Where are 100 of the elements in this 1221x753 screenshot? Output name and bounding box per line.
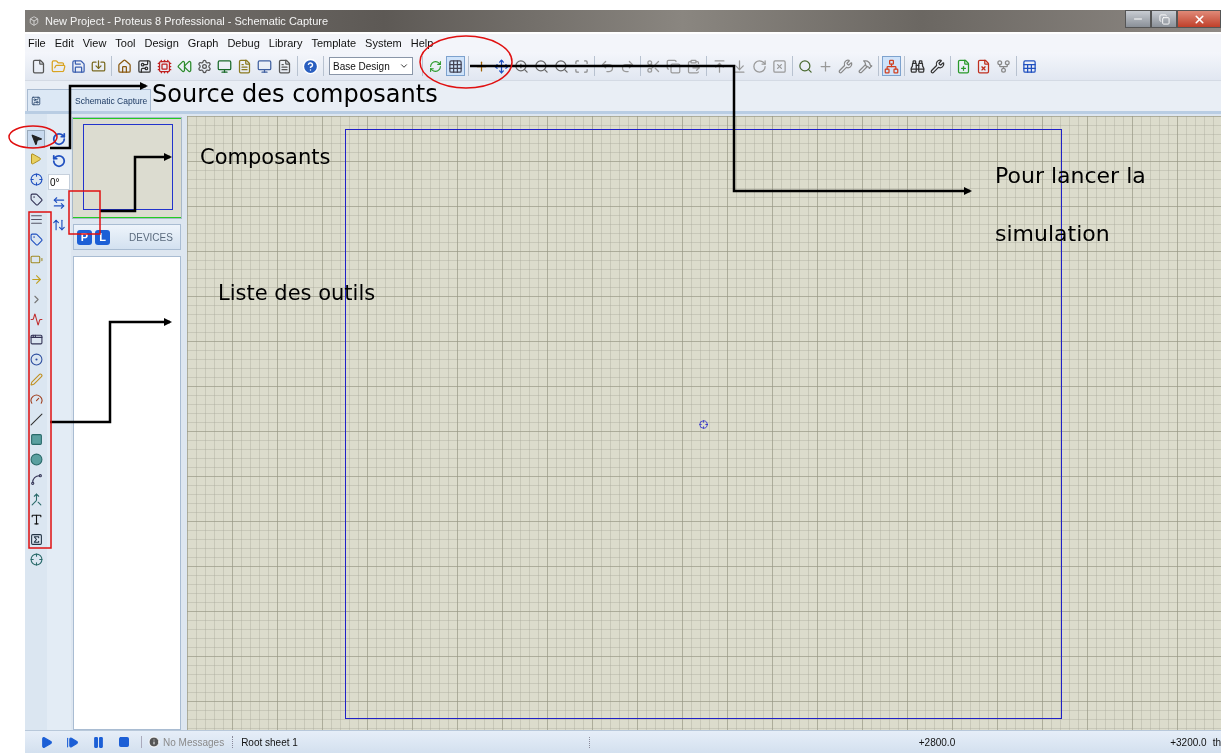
window-title: New Project - Proteus 8 Professional - Schematic Capture bbox=[45, 15, 330, 27]
junction-icon bbox=[29, 172, 43, 186]
restore-icon bbox=[1158, 13, 1170, 25]
rotate-counterclockwise-button[interactable] bbox=[50, 152, 68, 170]
pause-icon bbox=[91, 735, 105, 749]
graph-icon bbox=[29, 312, 43, 326]
tree-icon bbox=[996, 58, 1011, 74]
rotate-clockwise-button[interactable] bbox=[50, 130, 68, 148]
screen-icon bbox=[257, 58, 272, 74]
hammer-icon bbox=[858, 58, 873, 74]
report-icon bbox=[277, 58, 292, 74]
play-icon bbox=[39, 735, 53, 749]
zoom-area-icon bbox=[574, 58, 589, 74]
grid-icon bbox=[448, 58, 463, 74]
menu-item[interactable]: Debug bbox=[227, 37, 260, 49]
menu-item[interactable]: Tool bbox=[115, 37, 136, 49]
menu-item[interactable]: Library bbox=[268, 37, 303, 49]
tab[interactable]: Schematic Capture bbox=[27, 89, 152, 111]
rotation-field[interactable]: 0° bbox=[48, 174, 70, 190]
zoom-out-icon bbox=[534, 58, 549, 74]
zoom-icon bbox=[554, 58, 569, 74]
undo-icon bbox=[600, 58, 615, 74]
grid-button[interactable] bbox=[446, 56, 465, 76]
new-file-icon bbox=[31, 58, 46, 74]
marker-icon bbox=[29, 552, 43, 566]
wrench-icon bbox=[930, 58, 945, 74]
selection-tool[interactable] bbox=[27, 130, 45, 148]
close-icon bbox=[1192, 12, 1206, 26]
arc-icon bbox=[29, 472, 43, 486]
cut-icon bbox=[646, 58, 661, 74]
info-icon bbox=[148, 736, 160, 748]
save-icon bbox=[71, 58, 86, 74]
menu-item[interactable]: Design bbox=[144, 37, 179, 49]
import-icon bbox=[91, 58, 106, 74]
stop-icon bbox=[118, 736, 130, 748]
block-rotate-icon bbox=[752, 58, 767, 74]
meter-icon bbox=[29, 392, 43, 406]
sheet-status: Root sheet 1 bbox=[241, 737, 298, 748]
rotate-clockwise-icon bbox=[52, 132, 66, 146]
binoculars-icon bbox=[910, 58, 925, 74]
minimize-button[interactable] bbox=[1125, 10, 1151, 28]
menu-item[interactable]: File bbox=[28, 37, 46, 49]
restore-button[interactable] bbox=[1151, 10, 1177, 28]
step-icon bbox=[65, 735, 79, 749]
menu-item[interactable]: Template bbox=[311, 37, 357, 49]
close-button[interactable] bbox=[1177, 10, 1221, 28]
devices-title: DEVICES bbox=[129, 231, 173, 243]
app-icon bbox=[29, 16, 39, 26]
annotation-text: Source des composants bbox=[152, 82, 438, 106]
block-copy-icon bbox=[712, 58, 727, 74]
new-sheet-icon bbox=[956, 58, 971, 74]
text-icon bbox=[29, 512, 43, 526]
rewind-icon bbox=[177, 58, 192, 74]
block-move-icon bbox=[732, 58, 747, 74]
highlight-ellipse bbox=[8, 125, 58, 149]
redo-icon bbox=[620, 58, 635, 74]
zoom-in-icon bbox=[514, 58, 529, 74]
component-icon bbox=[137, 58, 152, 74]
triangle-icon bbox=[30, 153, 42, 165]
open-folder-icon bbox=[51, 58, 66, 74]
help-icon bbox=[302, 57, 319, 75]
annotation-text: Composants bbox=[200, 147, 331, 168]
move-icon bbox=[494, 58, 509, 74]
schematic-icon bbox=[31, 95, 41, 106]
rotate-counterclockwise-icon bbox=[52, 154, 66, 168]
chip-icon bbox=[157, 58, 172, 74]
circle-icon bbox=[29, 452, 43, 466]
block-delete-icon bbox=[772, 58, 787, 74]
menu-item[interactable]: Edit bbox=[54, 37, 74, 49]
menu-item[interactable]: System bbox=[365, 37, 402, 49]
highlight-rectangle bbox=[68, 190, 101, 235]
search-icon bbox=[798, 58, 813, 74]
menu-item[interactable]: Help bbox=[410, 37, 434, 49]
vertical-arrows-icon bbox=[52, 218, 66, 232]
help-button[interactable] bbox=[301, 56, 320, 76]
pointer-icon bbox=[29, 132, 43, 146]
y-coordinate: +3200.0 bbox=[1170, 736, 1207, 748]
label-icon bbox=[29, 192, 43, 206]
design-dropdown[interactable]: Base Design bbox=[329, 57, 413, 75]
menu-item[interactable]: View bbox=[82, 37, 107, 49]
annotation-arrow bbox=[100, 153, 172, 213]
netlist-button[interactable] bbox=[882, 56, 901, 76]
refresh-icon bbox=[429, 59, 442, 73]
delete-sheet-icon bbox=[976, 58, 991, 74]
netlist-icon bbox=[884, 58, 899, 74]
library-button[interactable]: L bbox=[95, 229, 110, 245]
paste-icon bbox=[686, 58, 701, 74]
unit-label: th bbox=[1212, 736, 1221, 748]
gear-icon bbox=[197, 58, 212, 74]
horizontal-arrows-icon bbox=[52, 196, 66, 210]
origin-marker-icon bbox=[699, 419, 708, 429]
x-coordinate: +2800.0 bbox=[918, 736, 956, 748]
symbol-icon bbox=[29, 532, 43, 546]
document-icon bbox=[237, 58, 252, 74]
caret-icon bbox=[399, 61, 409, 71]
line-icon bbox=[29, 412, 43, 426]
menu-item[interactable]: Graph bbox=[187, 37, 219, 49]
rectangle-icon bbox=[29, 432, 43, 446]
home-icon bbox=[117, 58, 132, 74]
copy-icon bbox=[666, 58, 681, 74]
